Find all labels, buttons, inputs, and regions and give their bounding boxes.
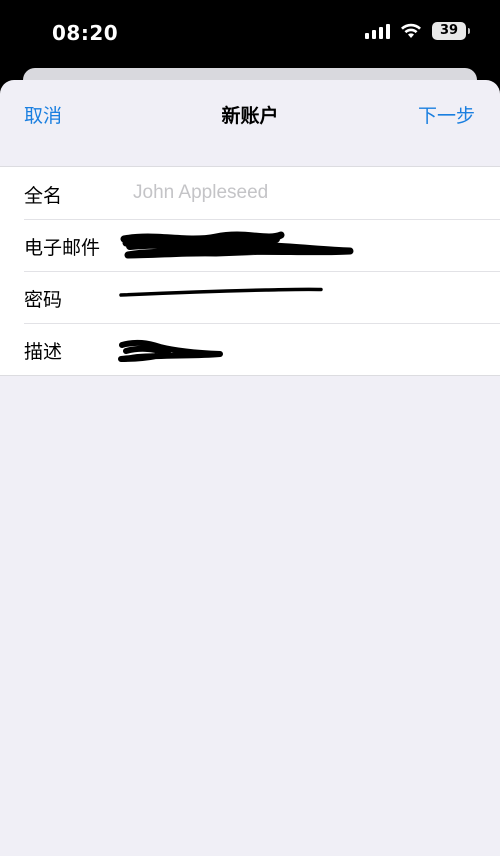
description-label: 描述 <box>24 341 63 363</box>
navigation-bar: 取消 新账户 下一步 <box>0 80 500 146</box>
full-name-input[interactable] <box>133 175 473 211</box>
form-row-password: 密码 <box>0 271 500 323</box>
form-row-description: 描述 <box>0 323 500 375</box>
next-button[interactable]: 下一步 <box>418 101 475 128</box>
password-label: 密码 <box>24 289 63 311</box>
status-time: 08:20 <box>52 21 119 45</box>
signal-icon <box>365 23 390 39</box>
redaction-scribble <box>119 287 323 297</box>
redaction-scribble <box>118 339 223 362</box>
account-form: 全名 电子邮件 密码 描述 <box>0 166 500 376</box>
redaction-scribble <box>120 231 354 259</box>
form-row-full-name: 全名 <box>0 167 500 219</box>
form-row-email: 电子邮件 <box>0 219 500 271</box>
status-icons: 39 <box>365 22 470 40</box>
wifi-icon <box>400 23 422 39</box>
battery-icon: 39 <box>432 22 470 40</box>
new-account-sheet: 取消 新账户 下一步 全名 电子邮件 密码 描述 <box>0 80 500 856</box>
full-name-label: 全名 <box>24 185 63 207</box>
status-bar: 08:20 39 <box>0 0 500 68</box>
email-label: 电子邮件 <box>24 237 101 259</box>
